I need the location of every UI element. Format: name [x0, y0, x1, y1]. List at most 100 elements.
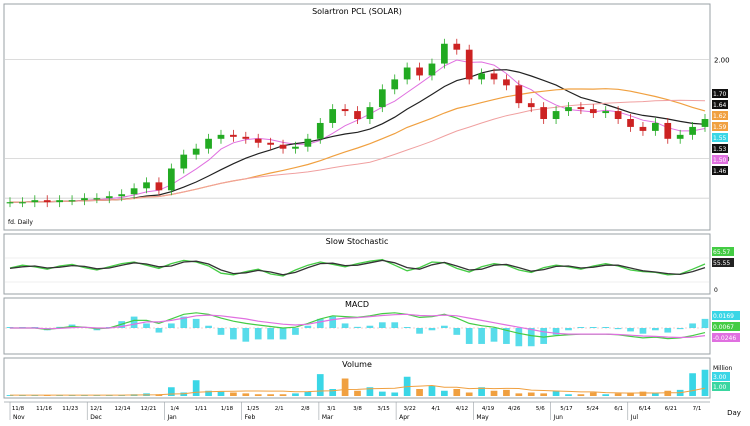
- x-axis-month-label: Mar: [322, 414, 334, 421]
- macd-histogram-bar: [676, 328, 684, 330]
- candle-body: [31, 200, 39, 203]
- candle-body: [639, 126, 647, 131]
- macd-histogram-bar: [602, 327, 610, 328]
- volume-unit-label: Million: [713, 365, 733, 372]
- macd-title: MACD: [345, 300, 369, 309]
- x-axis-month-label: Apr: [399, 414, 410, 421]
- candle-body: [68, 200, 76, 202]
- x-axis-day-label: 2/8: [301, 406, 310, 412]
- macd-histogram-bar: [354, 326, 361, 328]
- macd-histogram-bar: [366, 325, 374, 328]
- x-axis-day-label: 4/12: [456, 406, 468, 412]
- chart-root: Solartron PCL (SOLAR) fd. Daily Slow Sto…: [0, 0, 750, 422]
- candle-body: [254, 138, 262, 143]
- price-last-value-label: 1.55: [713, 135, 727, 142]
- macd-histogram-bar: [689, 323, 696, 328]
- candle-body: [515, 85, 523, 104]
- candle-body: [664, 122, 672, 139]
- x-axis-day-label: 3/8: [353, 406, 362, 412]
- stochastic-last-value-label: 65.57: [713, 249, 730, 256]
- volume-bar: [254, 394, 262, 396]
- macd-histogram-bar: [428, 328, 436, 331]
- x-axis-day-label: 5/24: [586, 406, 599, 412]
- volume-bar: [428, 385, 436, 396]
- price-last-value-label: 1.46: [713, 168, 727, 175]
- volume-bar: [416, 389, 423, 396]
- macd-histogram-bar: [378, 322, 386, 328]
- volume-bar: [391, 392, 399, 396]
- macd-histogram-bar: [155, 328, 163, 333]
- candle-body: [155, 182, 163, 191]
- macd-histogram-bar: [652, 328, 659, 331]
- macd-histogram-bar: [230, 328, 237, 340]
- volume-bar: [267, 394, 274, 396]
- macd-histogram-bar: [242, 328, 250, 342]
- candle-body: [341, 109, 349, 112]
- candle-body: [577, 107, 585, 110]
- macd-histogram-bar: [205, 325, 212, 328]
- candle-body: [589, 109, 597, 114]
- macd-histogram-bar: [192, 318, 200, 328]
- macd-histogram-bar: [465, 328, 473, 344]
- macd-histogram-bar: [453, 328, 461, 335]
- macd-histogram-bar: [515, 328, 523, 347]
- candle-body: [56, 200, 63, 203]
- x-axis-day-label: 4/26: [508, 406, 521, 412]
- macd-histogram-bar: [527, 328, 535, 347]
- volume-bar: [279, 394, 287, 396]
- candle-body: [118, 194, 126, 197]
- stochastic-last-value-label: 55.55: [713, 260, 730, 267]
- candle-body: [689, 126, 696, 135]
- candle-body: [143, 182, 150, 189]
- volume-bar: [242, 393, 250, 396]
- candle-body: [465, 49, 473, 80]
- x-axis-day-label: 4/1: [431, 406, 440, 412]
- candle-body: [552, 111, 560, 119]
- x-axis-month-label: Dec: [90, 414, 102, 421]
- x-axis-day-label: 12/1: [90, 406, 102, 412]
- volume-bar: [577, 394, 585, 396]
- x-axis-day-label: 6/1: [614, 406, 623, 412]
- x-axis-layer: 11/8 11/16 11/23 12/1 12/14 12/21 1/4 1/11 1/18 1…: [4, 401, 710, 421]
- volume-bar: [639, 391, 647, 396]
- x-axis-day-label: 4/19: [482, 406, 495, 412]
- candle-body: [354, 111, 361, 119]
- x-axis-month-label: Jan: [166, 414, 176, 421]
- volume-last-value-label: 3.00: [713, 374, 727, 381]
- candle-body: [105, 196, 113, 199]
- x-axis-day-label: 5/6: [536, 406, 545, 412]
- volume-bar: [515, 393, 523, 396]
- macd-histogram-bar: [565, 328, 572, 331]
- volume-bar: [453, 389, 461, 396]
- x-axis-day-label: 11/16: [36, 406, 52, 412]
- macd-histogram-bar: [217, 328, 225, 335]
- x-axis-month-label: Feb: [245, 414, 256, 421]
- price-last-value-label: 1.70: [713, 91, 727, 98]
- macd-histogram-bar: [589, 327, 597, 328]
- macd-last-value-label: -0.0246: [713, 335, 736, 342]
- volume-title: Volume: [342, 360, 372, 369]
- volume-bar: [701, 369, 709, 396]
- x-axis-day-label: 6/14: [639, 406, 652, 412]
- x-axis-day-label: 11/23: [62, 406, 78, 412]
- macd-histogram-bar: [614, 328, 622, 330]
- candle-body: [441, 43, 448, 64]
- volume-bar: [652, 393, 659, 396]
- volume-bar: [341, 378, 349, 396]
- candle-body: [403, 67, 411, 80]
- candle-body: [19, 202, 26, 204]
- candle-body: [6, 202, 14, 204]
- candle-body: [167, 168, 175, 191]
- candle-body: [428, 63, 436, 76]
- candle-body: [527, 103, 535, 108]
- x-axis-day-label: 12/14: [115, 406, 131, 412]
- candle-body: [453, 43, 461, 50]
- macd-histogram-bar: [416, 328, 423, 334]
- macd-last-value-label: 0.0169: [713, 313, 734, 320]
- candle-body: [503, 79, 510, 86]
- volume-bar: [329, 389, 337, 396]
- price-last-value-label: 1.50: [713, 157, 727, 164]
- candle-body: [81, 198, 88, 201]
- macd-histogram-bar: [167, 323, 175, 328]
- candle-body: [366, 107, 374, 119]
